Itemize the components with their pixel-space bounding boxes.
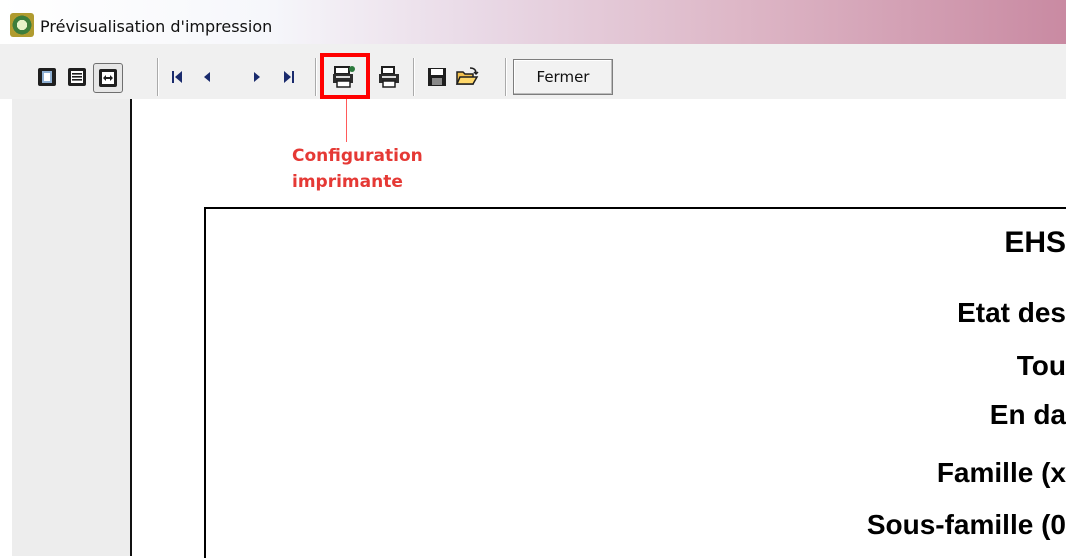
report-line-famille: Famille (x	[936, 457, 1066, 488]
report-line-en-da: En da	[989, 399, 1066, 430]
callout-label-line1: Configuration	[292, 146, 423, 166]
app-icon	[10, 13, 34, 37]
one-page-view-icon[interactable]	[33, 63, 61, 91]
callout-label: Configuration imprimante	[292, 143, 423, 195]
preview-left-margin	[12, 99, 132, 556]
next-page-icon[interactable]	[243, 63, 271, 91]
callout-label-line2: imprimante	[292, 172, 403, 192]
toolbar-separator	[315, 58, 317, 96]
report-page	[204, 207, 1066, 558]
fit-width-icon[interactable]	[93, 63, 123, 93]
toolbar-separator	[505, 58, 507, 96]
fermer-button[interactable]: Fermer	[513, 59, 613, 95]
report-title: EHS	[1004, 226, 1066, 259]
printer-config-highlight	[320, 53, 370, 99]
toolbar-separator	[413, 58, 415, 96]
page-list-view-icon[interactable]	[63, 63, 91, 91]
print-icon[interactable]	[375, 63, 403, 91]
toolbar-separator	[157, 58, 159, 96]
report-line-etat: Etat des	[957, 297, 1066, 328]
window-title: Prévisualisation d'impression	[40, 17, 273, 36]
last-page-icon[interactable]	[275, 63, 303, 91]
callout-line	[346, 99, 347, 142]
report-line-tou: Tou	[1016, 350, 1066, 381]
first-page-icon[interactable]	[163, 63, 191, 91]
open-icon[interactable]	[453, 63, 481, 91]
title-bar: Prévisualisation d'impression	[0, 0, 1066, 45]
previous-page-icon[interactable]	[193, 63, 221, 91]
save-icon[interactable]	[423, 63, 451, 91]
report-line-sous-famille: Sous-famille (0	[866, 509, 1066, 540]
